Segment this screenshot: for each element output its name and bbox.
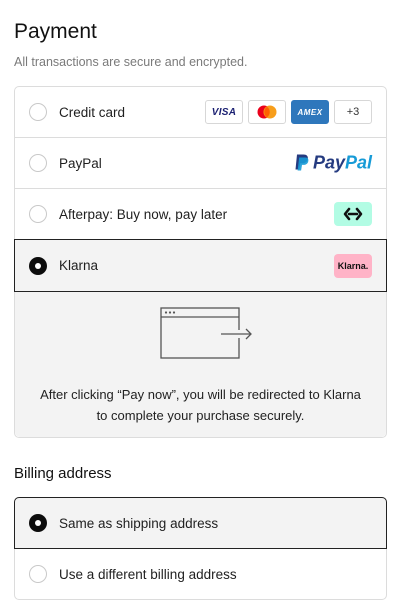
klarna-redirect-message: After clicking “Pay now”, you will be re… [40, 387, 361, 423]
klarna-label: Klarna [59, 258, 99, 273]
radio-afterpay[interactable] [29, 205, 47, 223]
radio-different-address[interactable] [29, 565, 47, 583]
klarna-logo: Klarna. [334, 253, 372, 278]
payment-option-credit-card[interactable]: Credit card VISA AMEX +3 [15, 87, 386, 138]
afterpay-icon [334, 202, 372, 226]
paypal-p-icon [295, 154, 309, 170]
paypal-label: PayPal [59, 155, 102, 171]
browser-redirect-icon [160, 307, 252, 359]
radio-credit-card[interactable] [29, 103, 47, 121]
more-cards-badge: +3 [334, 100, 372, 124]
amex-icon: AMEX [291, 100, 329, 124]
payment-subtitle: All transactions are secure and encrypte… [14, 55, 248, 69]
visa-icon: VISA [205, 100, 243, 124]
different-address-label: Use a different billing address [59, 566, 237, 582]
card-logos: VISA AMEX +3 [205, 100, 372, 124]
radio-paypal[interactable] [29, 154, 47, 172]
payment-option-paypal[interactable]: PayPal PayPal [15, 138, 386, 189]
credit-card-label: Credit card [59, 104, 126, 120]
same-as-shipping-label: Same as shipping address [59, 515, 219, 531]
mastercard-icon [248, 100, 286, 124]
afterpay-label: Afterpay: Buy now, pay later [59, 206, 228, 222]
payment-method-list: Credit card VISA AMEX +3 PayPal PayPal A… [14, 86, 387, 438]
payment-option-klarna[interactable]: Klarna Klarna. [14, 239, 387, 292]
klarna-redirect-panel: After clicking “Pay now”, you will be re… [15, 292, 386, 437]
billing-option-different-address[interactable]: Use a different billing address [15, 549, 386, 599]
billing-option-same-as-shipping[interactable]: Same as shipping address [14, 497, 387, 549]
billing-address-options: Same as shipping address Use a different… [14, 497, 387, 600]
billing-address-title: Billing address [14, 465, 112, 482]
radio-same-as-shipping-selected[interactable] [29, 514, 47, 532]
paypal-logo: PayPal [293, 153, 372, 174]
payment-option-afterpay[interactable]: Afterpay: Buy now, pay later [15, 189, 386, 240]
radio-klarna-selected[interactable] [29, 256, 47, 275]
payment-title: Payment [14, 20, 97, 43]
checkout-payment-page: Payment All transactions are secure and … [0, 0, 400, 610]
